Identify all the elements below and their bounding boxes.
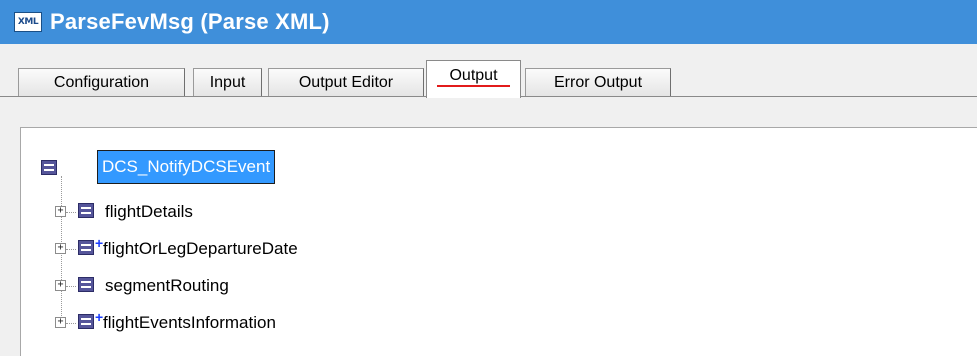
tab-strip: Configuration Input Output Editor Output… <box>0 44 977 98</box>
tree-branch-line <box>66 323 76 324</box>
window-title: ParseFevMsg (Parse XML) <box>50 9 330 34</box>
repeatable-marker-icon: + <box>95 235 104 251</box>
expand-toggle-icon[interactable]: + <box>55 206 66 217</box>
element-node-icon <box>78 240 94 255</box>
tab-input-label: Input <box>209 74 246 91</box>
element-node-icon <box>78 203 94 218</box>
tree-node-flightorlegdeparturedate[interactable]: flightOrLegDepartureDate <box>103 239 298 259</box>
xml-icon: XML <box>14 12 42 32</box>
tree-branch-line <box>66 249 76 250</box>
tab-configuration[interactable]: Configuration <box>18 68 185 97</box>
element-node-icon <box>41 160 57 175</box>
repeatable-marker-icon: + <box>95 309 104 325</box>
tree-branch-line <box>66 286 76 287</box>
expand-toggle-icon[interactable]: + <box>55 280 66 291</box>
element-node-icon <box>78 314 94 329</box>
expand-toggle-icon[interactable]: + <box>55 317 66 328</box>
tab-error-output[interactable]: Error Output <box>525 68 671 97</box>
tab-output[interactable]: Output <box>426 60 521 98</box>
window-titlebar: XML ParseFevMsg (Parse XML) <box>0 0 977 44</box>
tab-output-editor-label: Output Editor <box>298 74 394 91</box>
tree-root-node[interactable]: DCS_NotifyDCSEvent <box>97 150 276 184</box>
tab-input[interactable]: Input <box>193 68 262 97</box>
tree-node-flighteventsinformation[interactable]: flightEventsInformation <box>103 313 276 333</box>
tree-branch-line <box>66 212 76 213</box>
tab-error-output-label: Error Output <box>553 74 643 91</box>
tab-configuration-label: Configuration <box>53 74 150 91</box>
tab-output-label: Output <box>449 67 498 84</box>
expand-toggle-icon[interactable]: + <box>55 243 66 254</box>
tree-node-flightdetails[interactable]: flightDetails <box>105 202 193 222</box>
active-tab-indicator <box>437 85 510 87</box>
tab-output-editor[interactable]: Output Editor <box>268 68 424 97</box>
element-node-icon <box>78 277 94 292</box>
tree-node-segmentrouting[interactable]: segmentRouting <box>105 276 229 296</box>
